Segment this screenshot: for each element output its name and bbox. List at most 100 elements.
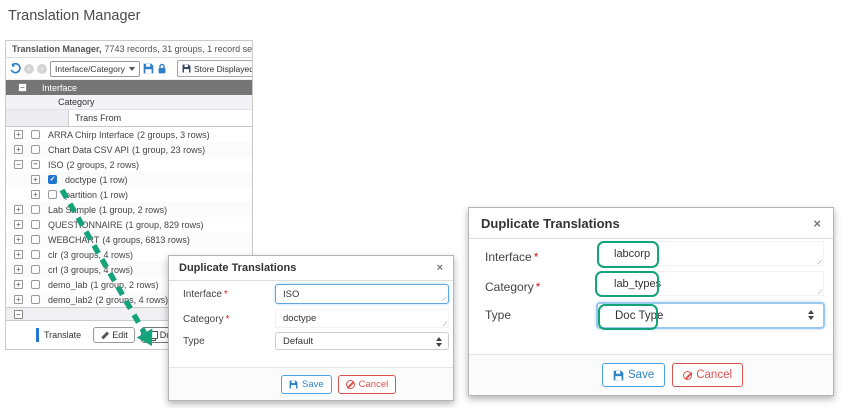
interface-label: Interface* [183, 289, 228, 300]
row-label: demo_lab [48, 280, 88, 290]
row-checkbox[interactable] [31, 280, 40, 289]
expand-icon[interactable]: + [14, 205, 23, 214]
cancel-button[interactable]: Cancel [672, 363, 743, 387]
cancel-button[interactable]: Cancel [338, 375, 397, 394]
category-field[interactable]: doctype [275, 309, 449, 328]
edit-button-label: Edit [112, 330, 128, 340]
caption-title: Translation Manager, [12, 44, 102, 54]
required-star: * [536, 280, 541, 294]
save-icon[interactable] [143, 63, 154, 74]
collapse-all-icon[interactable]: − [18, 83, 27, 92]
toolbar: ‹ › Interface/Category S [6, 58, 252, 80]
row-label: ARRA Chirp Interface [48, 130, 134, 140]
back-icon[interactable]: ‹ [24, 64, 34, 74]
resize-grip-icon[interactable] [816, 258, 822, 264]
row-suffix: (2 groups, 3 rows) [137, 130, 210, 140]
store-save-icon [182, 64, 191, 73]
expand-icon[interactable]: + [14, 280, 23, 289]
row-label: WEBCHART [48, 235, 99, 245]
expand-icon[interactable]: + [31, 190, 40, 199]
interface-field[interactable]: labcorp [597, 241, 824, 266]
interface-header-label: Interface [42, 83, 77, 93]
row-checkbox[interactable] [31, 235, 40, 244]
page: Translation Manager Translation Manager,… [0, 0, 860, 408]
dialog-header: Duplicate Translations × [469, 208, 833, 239]
expand-icon[interactable]: + [14, 220, 23, 229]
table-row: + partition (1 row) [6, 187, 252, 202]
type-value: Default [283, 336, 313, 347]
type-label: Type [485, 308, 513, 322]
lock-icon[interactable] [157, 63, 167, 74]
row-label: crl [48, 265, 58, 275]
save-button[interactable]: Save [281, 375, 332, 394]
expand-icon[interactable]: + [14, 295, 23, 304]
cancel-button-label: Cancel [359, 379, 389, 390]
category-label-text: Category [183, 314, 224, 325]
row-suffix: (1 row) [100, 175, 128, 185]
row-suffix: (1 row) [100, 190, 128, 200]
undo-icon[interactable] [9, 63, 21, 75]
type-select[interactable]: Doc Type [596, 302, 825, 329]
close-icon[interactable]: × [437, 262, 443, 274]
row-label: demo_lab2 [48, 295, 93, 305]
row-checkbox[interactable] [48, 190, 57, 199]
dialog-header: Duplicate Translations × [169, 256, 453, 281]
edit-button[interactable]: Edit [93, 327, 135, 343]
duplicate-dialog-large: Duplicate Translations × Interface* Cate… [468, 207, 834, 396]
row-checkbox[interactable] [31, 250, 40, 259]
resize-grip-icon[interactable] [441, 320, 447, 326]
save-button[interactable]: Save [602, 363, 665, 387]
row-checkbox[interactable]: ✓ [48, 175, 57, 184]
row-checkbox[interactable] [31, 205, 40, 214]
cancel-button-label: Cancel [696, 369, 732, 381]
category-field[interactable]: lab_types [597, 271, 824, 296]
expand-icon[interactable]: + [31, 175, 40, 184]
close-icon[interactable]: × [813, 216, 821, 231]
row-checkbox[interactable]: – [31, 160, 40, 169]
row-checkbox[interactable] [31, 220, 40, 229]
expand-icon[interactable]: + [14, 250, 23, 259]
row-suffix: (1 group, 829 rows) [126, 220, 204, 230]
category-value: doctype [283, 313, 316, 324]
duplicate-dialog-small: Duplicate Translations × Interface* Cate… [168, 255, 454, 401]
collapse-all-footer-icon[interactable]: − [14, 310, 23, 319]
collapse-icon[interactable]: − [14, 160, 23, 169]
row-checkbox[interactable] [31, 265, 40, 274]
category-label-text: Category [485, 280, 534, 294]
resize-grip-icon[interactable] [440, 295, 446, 301]
expand-icon[interactable]: + [14, 130, 23, 139]
expand-icon[interactable]: + [14, 235, 23, 244]
row-checkbox[interactable] [31, 130, 40, 139]
row-suffix: (1 group, 2 rows) [99, 205, 167, 215]
expand-icon[interactable]: + [14, 265, 23, 274]
tree-column-spacer [6, 110, 69, 126]
save-button-icon [289, 380, 298, 389]
dialog-title: Duplicate Translations [179, 262, 296, 274]
view-mode-select[interactable]: Interface/Category [50, 61, 140, 77]
save-button-label: Save [628, 369, 654, 381]
expand-icon[interactable]: + [14, 145, 23, 154]
interface-field[interactable]: ISO [275, 284, 449, 304]
type-label-text: Type [485, 308, 511, 322]
select-spinner-icon [808, 310, 814, 320]
type-label-text: Type [183, 336, 205, 347]
row-checkbox[interactable] [31, 295, 40, 304]
dialog-footer: Save Cancel [469, 354, 833, 395]
forward-icon[interactable]: › [37, 64, 47, 74]
translate-button[interactable]: Translate [36, 328, 87, 342]
pencil-icon [100, 331, 109, 340]
resize-grip-icon[interactable] [816, 288, 822, 294]
store-button-label: Store Displayed Data [194, 64, 252, 74]
row-checkbox[interactable] [31, 145, 40, 154]
row-label: Chart Data CSV API [48, 145, 129, 155]
page-title: Translation Manager [8, 8, 140, 24]
row-suffix: (3 groups, 4 rows) [61, 265, 134, 275]
type-select[interactable]: Default [275, 332, 449, 350]
interface-label-text: Interface [183, 289, 222, 300]
row-suffix: (2 groups, 4 rows) [96, 295, 169, 305]
row-suffix: (2 groups, 2 rows) [67, 160, 140, 170]
table-row: − – ISO (2 groups, 2 rows) [6, 157, 252, 172]
store-displayed-data-button[interactable]: Store Displayed Data [177, 60, 252, 77]
row-suffix: (4 groups, 6813 rows) [102, 235, 190, 245]
dialog-title: Duplicate Translations [481, 216, 620, 231]
